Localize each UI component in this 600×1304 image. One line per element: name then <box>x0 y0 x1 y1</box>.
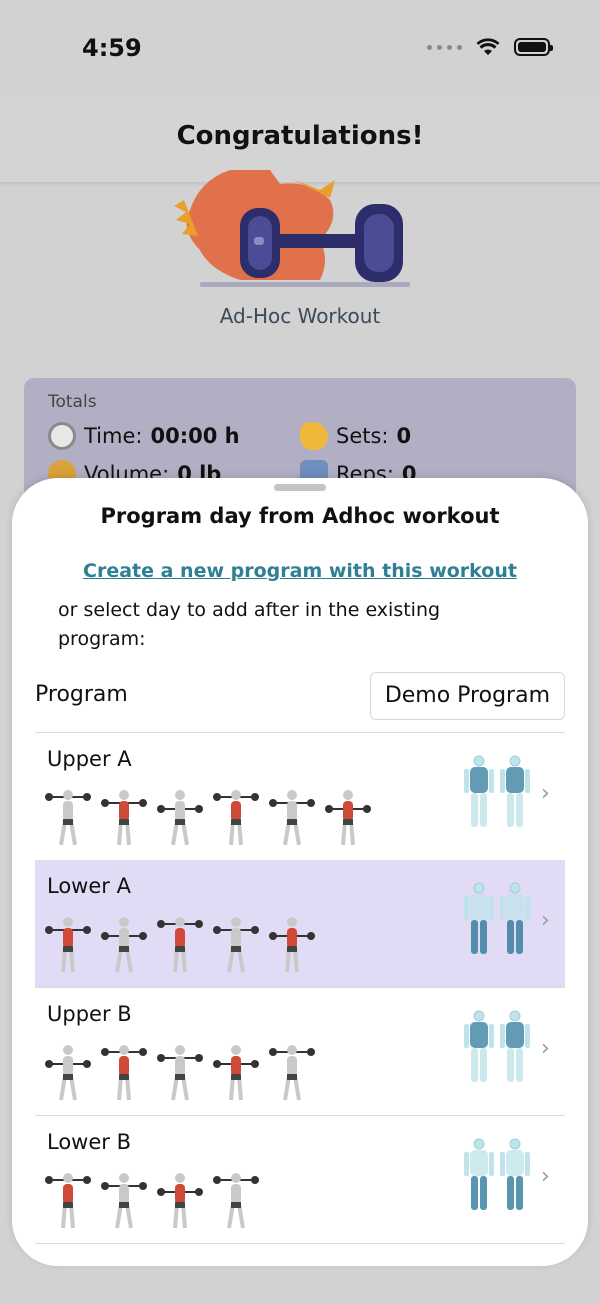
status-icons <box>427 38 553 56</box>
wifi-icon <box>476 38 500 55</box>
page-title: Congratulations! <box>176 121 424 151</box>
day-name: Upper B <box>47 1002 132 1026</box>
program-day-row[interactable]: Lower A › <box>35 860 565 987</box>
exercise-thumbnail <box>45 1045 91 1101</box>
day-name: Lower B <box>47 1130 131 1154</box>
battery-icon <box>514 38 553 56</box>
create-program-link[interactable]: Create a new program with this workout <box>12 560 588 582</box>
status-bar: 4:59 <box>0 0 600 95</box>
muscle-map-icon <box>463 1010 531 1086</box>
day-name: Upper A <box>47 747 132 771</box>
exercise-thumbnail <box>157 1045 203 1101</box>
muscle-front-icon <box>464 1010 494 1082</box>
sheet-grabber[interactable] <box>274 484 326 491</box>
exercise-thumbnail <box>101 790 147 846</box>
muscle-back-icon <box>500 1010 530 1082</box>
chevron-right-icon: › <box>541 1164 550 1189</box>
sheet-title: Program day from Adhoc workout <box>100 504 500 528</box>
flexed-biceps-icon <box>300 422 328 450</box>
exercise-thumbnail <box>213 1045 259 1101</box>
program-select[interactable]: Demo Program <box>369 672 565 720</box>
chevron-right-icon: › <box>541 1036 550 1061</box>
status-time: 4:59 <box>82 34 142 62</box>
chevron-right-icon: › <box>541 781 550 806</box>
totals-label: Totals <box>48 392 97 412</box>
program-day-row[interactable]: Upper B › <box>35 988 565 1115</box>
exercise-thumbnails <box>45 904 315 976</box>
exercise-thumbnail <box>45 917 91 973</box>
divider <box>35 1243 565 1244</box>
exercise-thumbnail <box>45 1173 91 1229</box>
muscle-back-icon <box>500 755 530 827</box>
dinosaur-barbell-illustration <box>174 170 410 287</box>
time-total: Time: 00:00 h <box>48 422 300 450</box>
exercise-thumbnail <box>101 1173 147 1229</box>
program-day-sheet: Program day from Adhoc workout Create a … <box>12 478 588 1266</box>
exercise-thumbnail <box>101 917 147 973</box>
muscle-back-icon <box>500 1138 530 1210</box>
stopwatch-icon <box>48 422 76 450</box>
exercise-thumbnail <box>269 1045 315 1101</box>
exercise-thumbnail <box>213 917 259 973</box>
program-label: Program <box>35 682 128 707</box>
muscle-front-icon <box>464 755 494 827</box>
select-day-hint: or select day to add after in the existi… <box>58 599 441 650</box>
exercise-thumbnail <box>269 917 315 973</box>
exercise-thumbnail <box>101 1045 147 1101</box>
sets-total: Sets: 0 <box>300 422 552 450</box>
exercise-thumbnail <box>325 790 371 846</box>
exercise-thumbnail <box>157 790 203 846</box>
exercise-thumbnail <box>269 790 315 846</box>
day-name: Lower A <box>47 874 131 898</box>
exercise-thumbnail <box>213 790 259 846</box>
cellular-icon <box>427 44 462 50</box>
muscle-map-icon <box>463 755 531 831</box>
muscle-front-icon <box>464 882 494 954</box>
muscle-map-icon <box>463 1138 531 1214</box>
muscle-front-icon <box>464 1138 494 1210</box>
exercise-thumbnails <box>45 777 371 849</box>
exercise-thumbnail <box>45 790 91 846</box>
exercise-thumbnail <box>157 1173 203 1229</box>
exercise-thumbnails <box>45 1032 315 1104</box>
exercise-thumbnails <box>45 1160 259 1232</box>
program-day-row[interactable]: Upper A › <box>35 733 565 860</box>
exercise-thumbnail <box>213 1173 259 1229</box>
muscle-back-icon <box>500 882 530 954</box>
workout-name: Ad-Hoc Workout <box>219 304 381 328</box>
program-day-row[interactable]: Lower B › <box>35 1116 565 1243</box>
exercise-thumbnail <box>157 917 203 973</box>
muscle-map-icon <box>463 882 531 958</box>
chevron-right-icon: › <box>541 908 550 933</box>
